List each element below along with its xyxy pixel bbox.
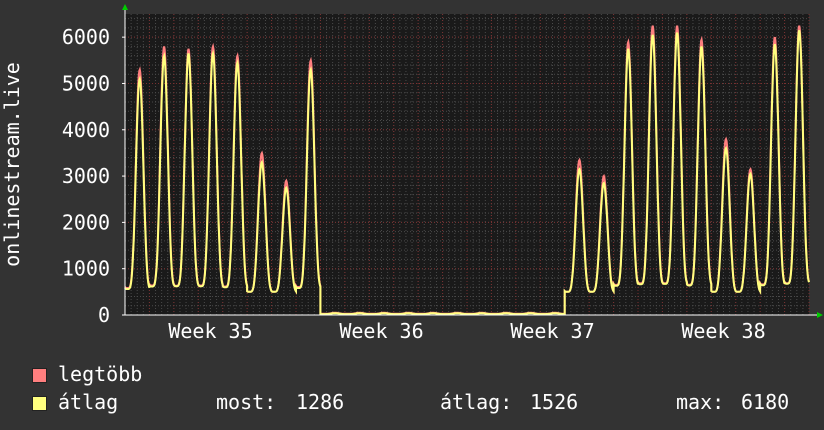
x-tick-label: Week 38 [681,319,765,343]
stat-now-label: most: [216,390,277,414]
y-tick-label: 5000 [62,71,110,95]
y-tick-label: 3000 [62,164,110,188]
y-axis-arrow [122,4,128,10]
legend-swatch-max [32,368,47,383]
y-tick-label: 1000 [62,257,110,281]
x-tick-label: Week 36 [339,319,423,343]
legend-swatch-avg [32,396,47,411]
stat-max-value: 6180 [741,390,790,414]
x-axis-arrow [817,312,823,318]
y-tick-label: 0 [98,303,110,327]
stat-now-value: 1286 [296,390,345,414]
legend-label-max: legtöbb [58,362,143,386]
stat-max-label: max: [676,390,725,414]
legend-label-avg: átlag [58,390,119,414]
y-tick-label: 4000 [62,118,110,142]
stat-avg-value: 1526 [530,390,579,414]
y-tick-label: 2000 [62,210,110,234]
y-axis-title: onlinestream.live [0,62,24,267]
x-tick-label: Week 37 [510,319,594,343]
stat-avg-label: átlag: [440,390,513,414]
y-tick-label: 6000 [62,25,110,49]
x-tick-label: Week 35 [168,319,252,343]
